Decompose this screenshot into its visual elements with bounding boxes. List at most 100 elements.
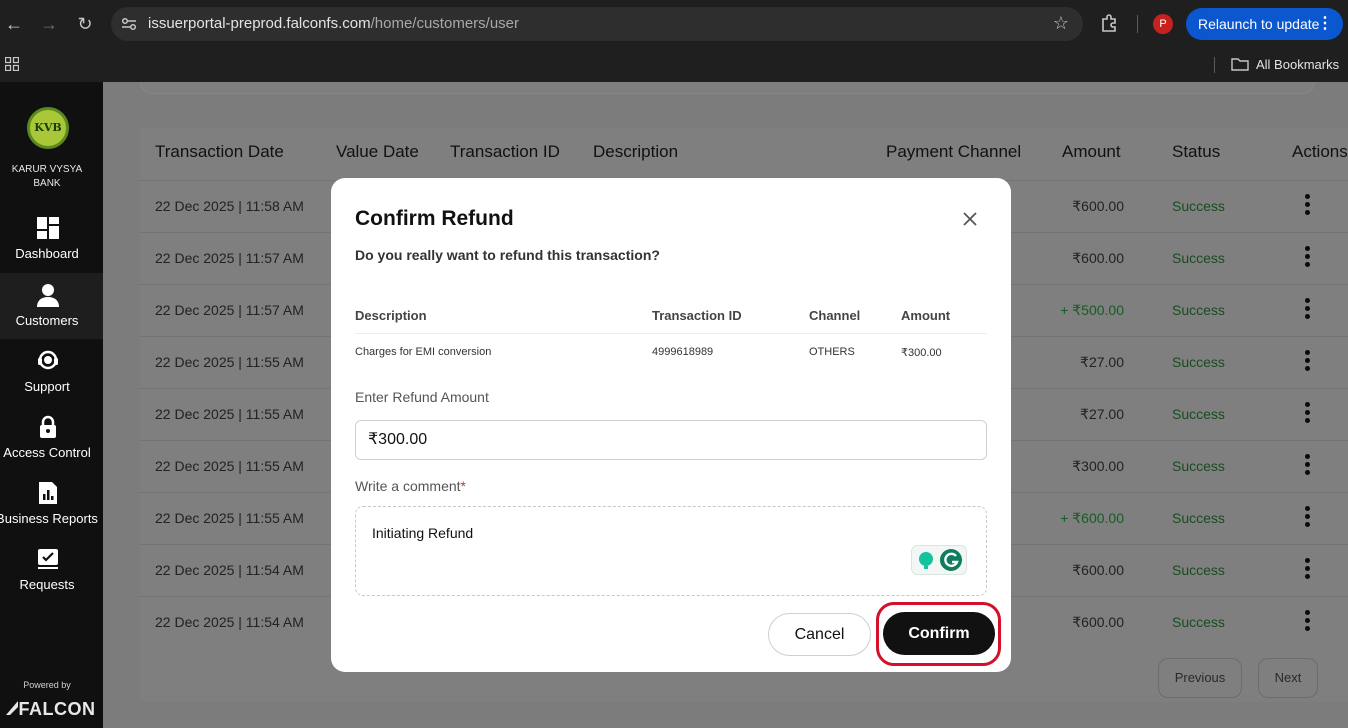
kebab-dot (1305, 522, 1310, 527)
sidebar-item-dashboard[interactable]: Dashboard (0, 206, 103, 272)
txn-header-amount: Amount (901, 308, 951, 323)
row-actions-kebab-icon[interactable] (1305, 194, 1311, 216)
previous-page-button[interactable]: Previous (1158, 658, 1242, 698)
next-page-button[interactable]: Next (1258, 658, 1318, 698)
row-actions-kebab-icon[interactable] (1305, 298, 1311, 320)
row-actions-kebab-icon[interactable] (1305, 506, 1311, 528)
bank-logo: KVB (27, 107, 69, 149)
row-actions-kebab-icon[interactable] (1305, 246, 1311, 268)
sidebar-item-access-control[interactable]: Access Control (0, 405, 103, 471)
falcon-brand-logo: FALCON (3, 699, 97, 720)
cell-amount: ₹27.00 (1080, 354, 1124, 370)
kebab-dot (1305, 262, 1310, 267)
kebab-dot (1305, 194, 1310, 199)
header-status: Status (1172, 142, 1221, 161)
header-payment-channel: Payment Channel (886, 142, 1022, 161)
profile-avatar[interactable]: P (1153, 14, 1173, 34)
sidebar-item-support[interactable]: Support (0, 339, 103, 405)
bookmark-star-icon[interactable]: ☆ (1053, 13, 1069, 34)
grammarly-icon[interactable] (911, 545, 967, 575)
site-settings-icon[interactable] (121, 16, 137, 32)
sidebar-item-label: Requests (19, 577, 75, 592)
filter-card (140, 82, 1315, 94)
browser-toolbar: ← → ↻ issuerportal-preprod.falconfs.com/… (0, 0, 1348, 48)
cancel-button[interactable]: Cancel (768, 613, 871, 656)
txn-id: 4999618989 (652, 346, 714, 358)
refund-amount-input[interactable]: ₹300.00 (355, 420, 987, 460)
cell-transaction-date: 22 Dec 2025 | 11:55 AM (155, 406, 304, 422)
row-actions-kebab-icon[interactable] (1305, 558, 1311, 580)
cell-amount: ₹600.00 (1072, 198, 1124, 214)
sidebar-item-business-reports[interactable]: Business Reports (0, 471, 103, 537)
extensions-puzzle-icon[interactable] (1100, 13, 1120, 33)
row-actions-kebab-icon[interactable] (1305, 350, 1311, 372)
kebab-dot (1305, 626, 1310, 631)
row-actions-kebab-icon[interactable] (1305, 454, 1311, 476)
sidebar-item-customers[interactable]: Customers (0, 273, 103, 339)
bookmarks-bar: All Bookmarks (0, 48, 1348, 82)
header-transaction-id: Transaction ID (450, 142, 560, 161)
kebab-dot (1305, 210, 1310, 215)
cell-transaction-date: 22 Dec 2025 | 11:54 AM (155, 562, 304, 578)
row-actions-kebab-icon[interactable] (1305, 610, 1311, 632)
header-transaction-date: Transaction Date (155, 142, 284, 161)
toolbar-divider (1137, 15, 1138, 33)
sidebar-item-label: Business Reports (0, 511, 98, 526)
kebab-dot (1305, 566, 1310, 571)
status-badge: Success (1172, 250, 1225, 266)
status-badge: Success (1172, 614, 1225, 630)
cell-transaction-date: 22 Dec 2025 | 11:58 AM (155, 198, 304, 214)
lock-icon (40, 415, 56, 438)
url-path: /home/customers/user (370, 15, 519, 32)
refund-amount-label: Enter Refund Amount (355, 389, 489, 405)
dialog-question: Do you really want to refund this transa… (355, 247, 660, 263)
relaunch-to-update-button[interactable]: Relaunch to update ⋮ (1186, 8, 1343, 40)
headset-icon (38, 350, 58, 370)
cell-transaction-date: 22 Dec 2025 | 11:55 AM (155, 510, 304, 526)
cell-amount: ₹600.00 (1072, 614, 1124, 630)
row-actions-kebab-icon[interactable] (1305, 402, 1311, 424)
person-icon (37, 284, 59, 307)
sidebar-item-requests[interactable]: Requests (0, 537, 103, 603)
bookmarks-divider (1214, 57, 1215, 73)
cell-amount: ₹300.00 (1072, 458, 1124, 474)
header-value-date: Value Date (336, 142, 419, 161)
cell-transaction-date: 22 Dec 2025 | 11:57 AM (155, 302, 304, 318)
forward-arrow-icon[interactable]: → (37, 12, 61, 36)
kebab-dot (1305, 418, 1310, 423)
url-text[interactable]: issuerportal-preprod.falconfs.com/home/c… (148, 15, 519, 32)
kebab-dot (1305, 298, 1310, 303)
comment-textarea[interactable]: Initiating Refund (355, 506, 987, 596)
more-vert-icon[interactable]: ⋮ (1317, 8, 1333, 40)
reload-icon[interactable]: ↻ (73, 12, 97, 36)
address-bar[interactable]: issuerportal-preprod.falconfs.com/home/c… (111, 7, 1083, 41)
sidebar-item-label: Dashboard (15, 246, 79, 261)
kebab-dot (1305, 462, 1310, 467)
sidebar-item-label: Customers (15, 313, 79, 328)
kebab-dot (1305, 366, 1310, 371)
back-arrow-icon[interactable]: ← (2, 12, 26, 36)
kebab-dot (1305, 574, 1310, 579)
close-icon[interactable] (960, 209, 980, 229)
cell-amount: ₹27.00 (1080, 406, 1124, 422)
falcon-brand-text: FALCON (18, 699, 96, 719)
confirm-refund-dialog: Confirm Refund Do you really want to ref… (331, 178, 1011, 672)
status-badge: Success (1172, 406, 1225, 422)
all-bookmarks-link[interactable]: All Bookmarks (1256, 57, 1339, 72)
cell-transaction-date: 22 Dec 2025 | 11:54 AM (155, 614, 304, 630)
txn-description: Charges for EMI conversion (355, 346, 492, 358)
confirm-button[interactable]: Confirm (883, 612, 995, 655)
kebab-dot (1305, 350, 1310, 355)
sidebar: KVB KARUR VYSYA BANK Dashboard Customers… (0, 82, 103, 728)
kebab-dot (1305, 410, 1310, 415)
bank-name: KARUR VYSYA BANK (11, 164, 83, 189)
status-badge: Success (1172, 458, 1225, 474)
apps-grid-icon[interactable] (5, 57, 19, 71)
kebab-dot (1305, 306, 1310, 311)
report-icon (39, 482, 57, 504)
kebab-dot (1305, 514, 1310, 519)
cell-transaction-date: 22 Dec 2025 | 11:55 AM (155, 354, 304, 370)
sidebar-item-label: Access Control (3, 445, 91, 460)
kebab-dot (1305, 506, 1310, 511)
status-badge: Success (1172, 562, 1225, 578)
